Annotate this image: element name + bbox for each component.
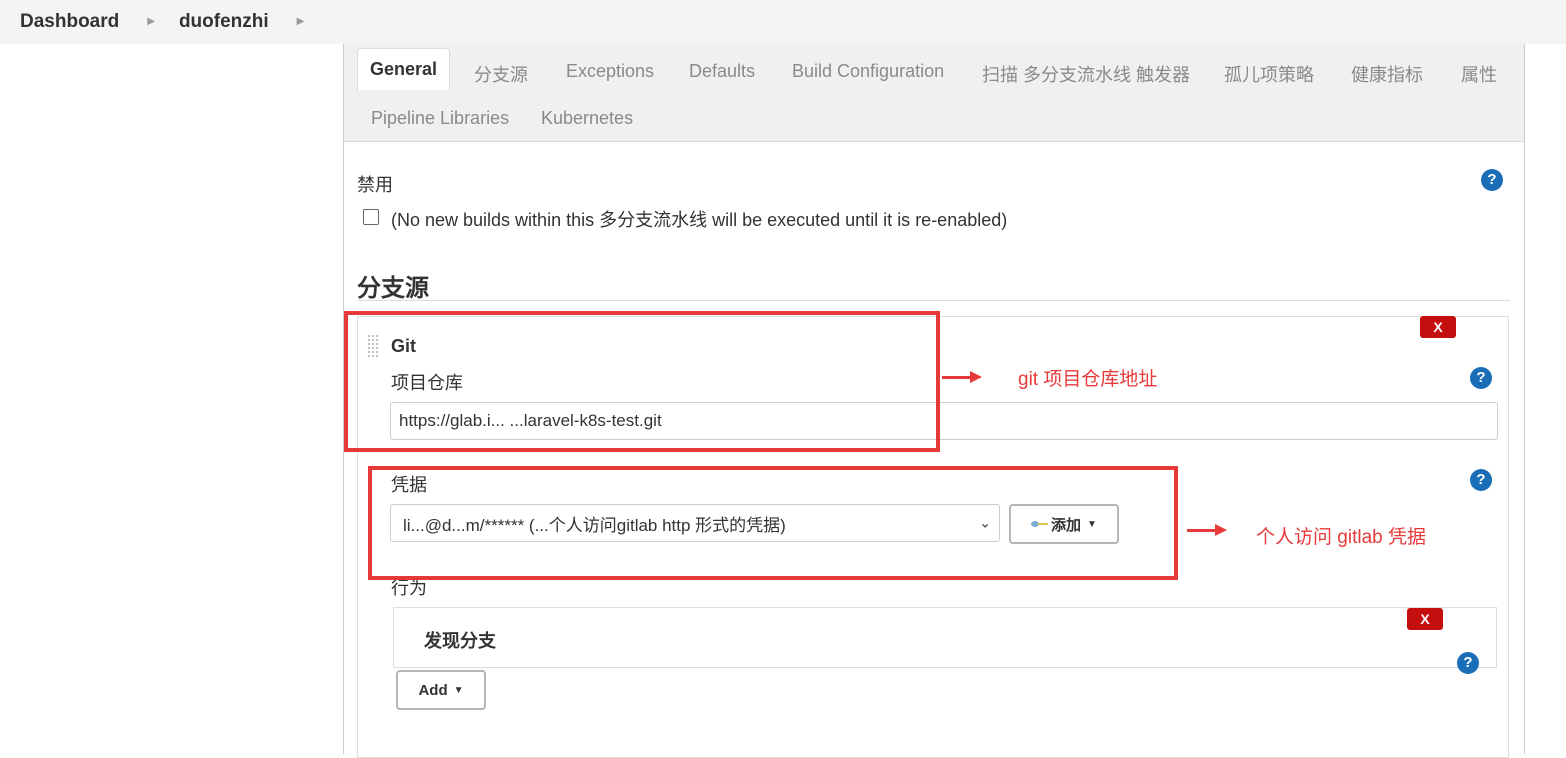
tab-bar: General 分支源 Exceptions Defaults Build Co…: [344, 44, 1524, 142]
caret-down-icon: ▼: [453, 684, 464, 696]
chevron-right-icon: ▶: [147, 15, 155, 27]
delete-behavior-button[interactable]: X: [1407, 608, 1443, 630]
breadcrumb-duofenzhi[interactable]: duofenzhi: [179, 11, 269, 33]
behavior-item-box: [393, 607, 1497, 668]
help-icon[interactable]: ?: [1457, 652, 1479, 674]
annotation-repo-note: git 项目仓库地址: [1018, 369, 1158, 390]
tab-scan-triggers[interactable]: 扫描 多分支流水线 触发器: [982, 61, 1190, 87]
tab-exceptions[interactable]: Exceptions: [566, 61, 654, 82]
behavior-discover-branches: 发现分支: [424, 631, 496, 651]
help-icon[interactable]: ?: [1481, 169, 1503, 191]
tab-kubernetes[interactable]: Kubernetes: [541, 108, 633, 129]
delete-git-source-button[interactable]: X: [1420, 316, 1456, 338]
annotation-box-repo: [344, 311, 940, 452]
divider: [357, 300, 1510, 301]
help-icon[interactable]: ?: [1470, 367, 1492, 389]
tab-general[interactable]: General: [357, 48, 451, 90]
annotation-credentials-note: 个人访问 gitlab 凭据: [1256, 527, 1426, 548]
disable-checkbox-label: (No new builds within this 多分支流水线 will b…: [391, 210, 1008, 230]
tab-defaults[interactable]: Defaults: [689, 61, 755, 82]
annotation-arrow-icon: [1187, 524, 1227, 536]
breadcrumb: Dashboard ▶ duofenzhi ▶: [0, 0, 1566, 44]
tab-build-configuration[interactable]: Build Configuration: [792, 61, 944, 82]
add-behavior-label: Add: [418, 681, 448, 699]
tab-properties[interactable]: 属性: [1461, 61, 1497, 87]
annotation-arrow-icon: [942, 371, 982, 383]
branch-sources-heading: 分支源: [357, 275, 429, 302]
chevron-right-icon: ▶: [296, 15, 305, 27]
tab-pipeline-libraries[interactable]: Pipeline Libraries: [371, 108, 509, 129]
disable-title: 禁用: [357, 175, 393, 195]
help-icon[interactable]: ?: [1470, 469, 1492, 491]
disable-checkbox[interactable]: [363, 209, 379, 225]
tab-branch-sources[interactable]: 分支源: [474, 61, 528, 87]
annotation-box-credentials: [368, 466, 1178, 580]
tab-orphan-strategy[interactable]: 孤儿项策略: [1224, 61, 1314, 87]
breadcrumb-dashboard[interactable]: Dashboard: [20, 11, 119, 33]
add-behavior-button[interactable]: Add ▼: [396, 670, 486, 710]
tab-health-metrics[interactable]: 健康指标: [1351, 61, 1423, 87]
